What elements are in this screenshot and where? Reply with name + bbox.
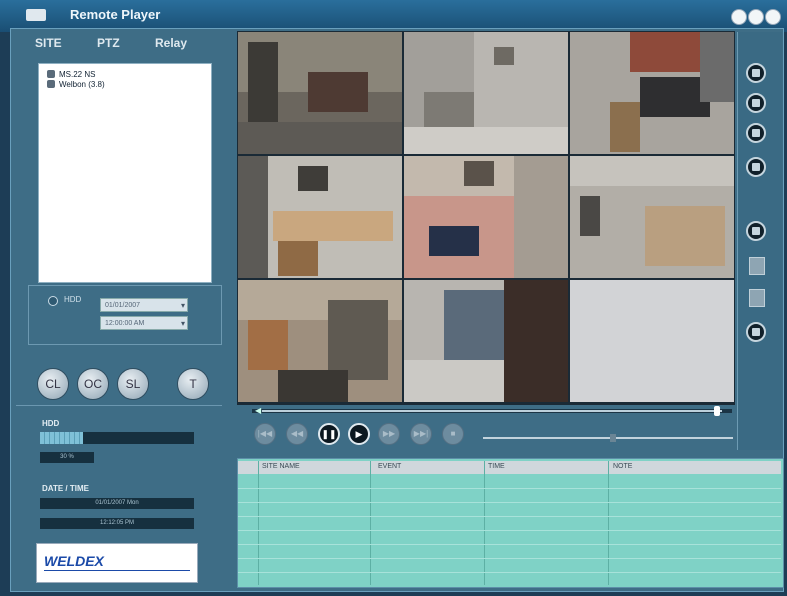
date-select-value: 01/01/2007 (105, 302, 141, 309)
rewind-button[interactable]: ◀◀ (286, 423, 308, 445)
oc-button[interactable]: OC (77, 368, 109, 400)
dvr-icon (47, 80, 55, 88)
date-value: 01/01/2007 Mon (40, 498, 194, 509)
hdd-value: 30 % (40, 452, 94, 463)
backup-icon (752, 328, 760, 336)
maximize-icon[interactable] (748, 9, 764, 25)
column-divider (484, 461, 485, 585)
column-time[interactable]: TIME (488, 463, 505, 470)
fullscreen-icon (752, 163, 760, 171)
row-divider (238, 502, 781, 503)
row-divider (238, 516, 781, 517)
layout-3x3-button[interactable] (746, 123, 766, 143)
divider (16, 405, 222, 406)
time-select[interactable]: 12:00:00 AM ▾ (100, 316, 188, 330)
camera-view-1[interactable] (238, 32, 402, 154)
sl-button[interactable]: SL (117, 368, 149, 400)
tree-item-site1[interactable]: MS.22 NS (47, 70, 96, 79)
tree-item-label: Welbon (3.8) (59, 80, 105, 89)
speed-slider[interactable] (483, 437, 733, 439)
tree-item-label: MS.22 NS (59, 70, 96, 79)
time-select-value: 12:00:00 AM (105, 320, 145, 327)
column-divider (370, 461, 371, 585)
close-icon[interactable] (765, 9, 781, 25)
hdd-label: HDD (42, 419, 60, 428)
backup-button[interactable] (746, 322, 766, 342)
app-icon (26, 9, 46, 21)
hdd-usage-fill (40, 432, 83, 444)
layout-1x1-button[interactable] (746, 63, 766, 83)
tree-item-site2[interactable]: Welbon (3.8) (47, 80, 105, 89)
seek-handle[interactable] (714, 406, 720, 416)
speed-slider-handle[interactable] (610, 434, 616, 442)
hdd-radio-label: HDD (64, 295, 82, 304)
chevron-down-icon: ▾ (180, 319, 185, 328)
save-image-button[interactable] (749, 289, 765, 307)
camera-view-empty[interactable] (570, 280, 734, 402)
camera-view-6[interactable] (570, 156, 734, 278)
print-button[interactable] (749, 257, 765, 275)
column-divider (608, 461, 609, 585)
zoom-button[interactable] (746, 221, 766, 241)
hdd-radio[interactable] (48, 296, 58, 306)
camera-grid (237, 31, 735, 405)
row-divider (238, 544, 781, 545)
site-tree[interactable]: MS.22 NS Welbon (3.8) (38, 63, 212, 283)
tab-ptz[interactable]: PTZ (97, 36, 120, 50)
date-select[interactable]: 01/01/2007 ▾ (100, 298, 188, 312)
dvr-icon (47, 70, 55, 78)
event-list[interactable] (237, 458, 784, 588)
t-button[interactable]: T (177, 368, 209, 400)
skip-back-button[interactable]: |◀◀ (254, 423, 276, 445)
single-view-icon (752, 69, 760, 77)
logo-text: WELDEX (44, 553, 104, 569)
tab-site[interactable]: SITE (35, 36, 62, 50)
fast-forward-button[interactable]: ▶▶ (378, 423, 400, 445)
column-event[interactable]: EVENT (378, 463, 401, 470)
skip-forward-button[interactable]: ▶▶| (410, 423, 432, 445)
column-divider (258, 461, 259, 585)
camera-view-4[interactable] (238, 156, 402, 278)
play-button[interactable]: ▶ (348, 423, 370, 445)
column-note[interactable]: NOTE (613, 463, 632, 470)
logo-underline (44, 570, 190, 571)
search-panel (28, 285, 222, 345)
cl-button[interactable]: CL (37, 368, 69, 400)
seek-bar[interactable] (262, 410, 722, 412)
window-title: Remote Player (70, 7, 161, 22)
quad-view-icon (752, 99, 760, 107)
pause-button[interactable]: ❚❚ (318, 423, 340, 445)
fullscreen-button[interactable] (746, 157, 766, 177)
camera-view-8[interactable] (404, 280, 568, 402)
nine-view-icon (752, 129, 760, 137)
search-icon (752, 227, 760, 235)
stop-button[interactable]: ■ (442, 423, 464, 445)
event-list-header (238, 461, 781, 474)
layout-2x2-button[interactable] (746, 93, 766, 113)
time-value: 12:12:05 PM (40, 518, 194, 529)
camera-view-7[interactable] (238, 280, 402, 402)
minimize-icon[interactable] (731, 9, 747, 25)
camera-view-5[interactable] (404, 156, 568, 278)
row-divider (238, 572, 781, 573)
column-site-name[interactable]: SITE NAME (262, 463, 300, 470)
panel-tabs: SITE PTZ Relay (30, 36, 210, 54)
chevron-down-icon: ▾ (180, 301, 185, 310)
row-divider (238, 488, 781, 489)
datetime-label: DATE / TIME (42, 484, 89, 493)
row-divider (238, 530, 781, 531)
camera-view-3[interactable] (570, 32, 734, 154)
row-divider (238, 558, 781, 559)
tab-relay[interactable]: Relay (155, 36, 187, 50)
camera-view-2[interactable] (404, 32, 568, 154)
